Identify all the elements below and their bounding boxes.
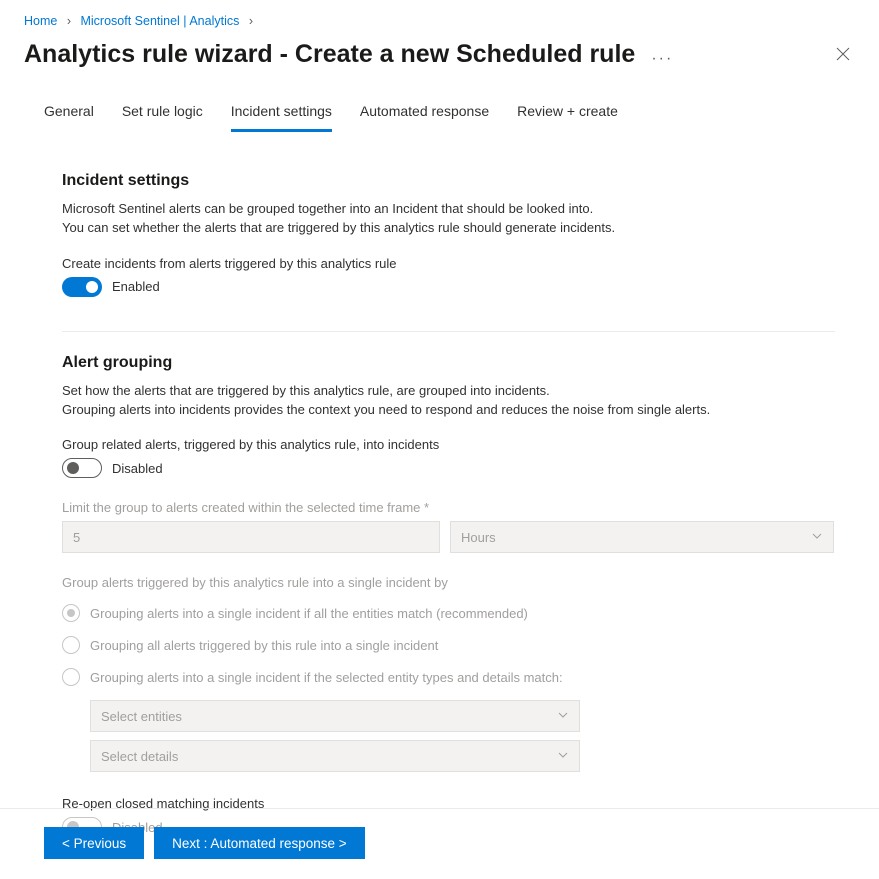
footer: < Previous Next : Automated response >: [0, 808, 879, 859]
breadcrumb-home[interactable]: Home: [24, 14, 57, 28]
create-incidents-label: Create incidents from alerts triggered b…: [62, 256, 835, 271]
select-entities[interactable]: Select entities: [90, 700, 580, 732]
previous-button[interactable]: < Previous: [44, 827, 144, 859]
create-incidents-state: Enabled: [112, 279, 160, 294]
incident-settings-heading: Incident settings: [62, 172, 835, 190]
breadcrumb-sentinel[interactable]: Microsoft Sentinel | Analytics: [80, 14, 239, 28]
chevron-down-icon: [557, 709, 569, 724]
radio-icon: [62, 636, 80, 654]
radio-icon: [62, 668, 80, 686]
create-incidents-toggle[interactable]: [62, 277, 102, 297]
chevron-down-icon: [811, 530, 823, 545]
more-icon[interactable]: ···: [651, 40, 673, 68]
group-related-toggle[interactable]: [62, 458, 102, 478]
radio-all-alerts[interactable]: Grouping all alerts triggered by this ru…: [62, 636, 835, 654]
alert-grouping-description: Set how the alerts that are triggered by…: [62, 382, 835, 420]
chevron-right-icon: ›: [67, 14, 71, 28]
alert-grouping-heading: Alert grouping: [62, 354, 835, 372]
group-related-label: Group related alerts, triggered by this …: [62, 437, 835, 452]
incident-settings-description: Microsoft Sentinel alerts can be grouped…: [62, 200, 835, 238]
radio-selected-types[interactable]: Grouping alerts into a single incident i…: [62, 668, 835, 686]
radio-icon: [62, 604, 80, 622]
close-button[interactable]: [831, 42, 855, 66]
divider: [62, 331, 835, 332]
close-icon: [836, 47, 850, 61]
tab-general[interactable]: General: [44, 103, 94, 132]
breadcrumb: Home › Microsoft Sentinel | Analytics ›: [0, 0, 879, 32]
tab-review-create[interactable]: Review + create: [517, 103, 618, 132]
groupby-label: Group alerts triggered by this analytics…: [62, 575, 835, 590]
limit-value-input[interactable]: 5: [62, 521, 440, 553]
tabs: General Set rule logic Incident settings…: [0, 69, 879, 132]
tab-automated-response[interactable]: Automated response: [360, 103, 489, 132]
tab-set-rule-logic[interactable]: Set rule logic: [122, 103, 203, 132]
page-title: Analytics rule wizard - Create a new Sch…: [24, 40, 635, 69]
tab-incident-settings[interactable]: Incident settings: [231, 103, 332, 132]
select-details[interactable]: Select details: [90, 740, 580, 772]
radio-entities-match[interactable]: Grouping alerts into a single incident i…: [62, 604, 835, 622]
chevron-down-icon: [557, 749, 569, 764]
group-related-state: Disabled: [112, 461, 163, 476]
limit-unit-select[interactable]: Hours: [450, 521, 834, 553]
next-button[interactable]: Next : Automated response >: [154, 827, 364, 859]
chevron-right-icon: ›: [249, 14, 253, 28]
limit-timeframe-label: Limit the group to alerts created within…: [62, 500, 835, 515]
